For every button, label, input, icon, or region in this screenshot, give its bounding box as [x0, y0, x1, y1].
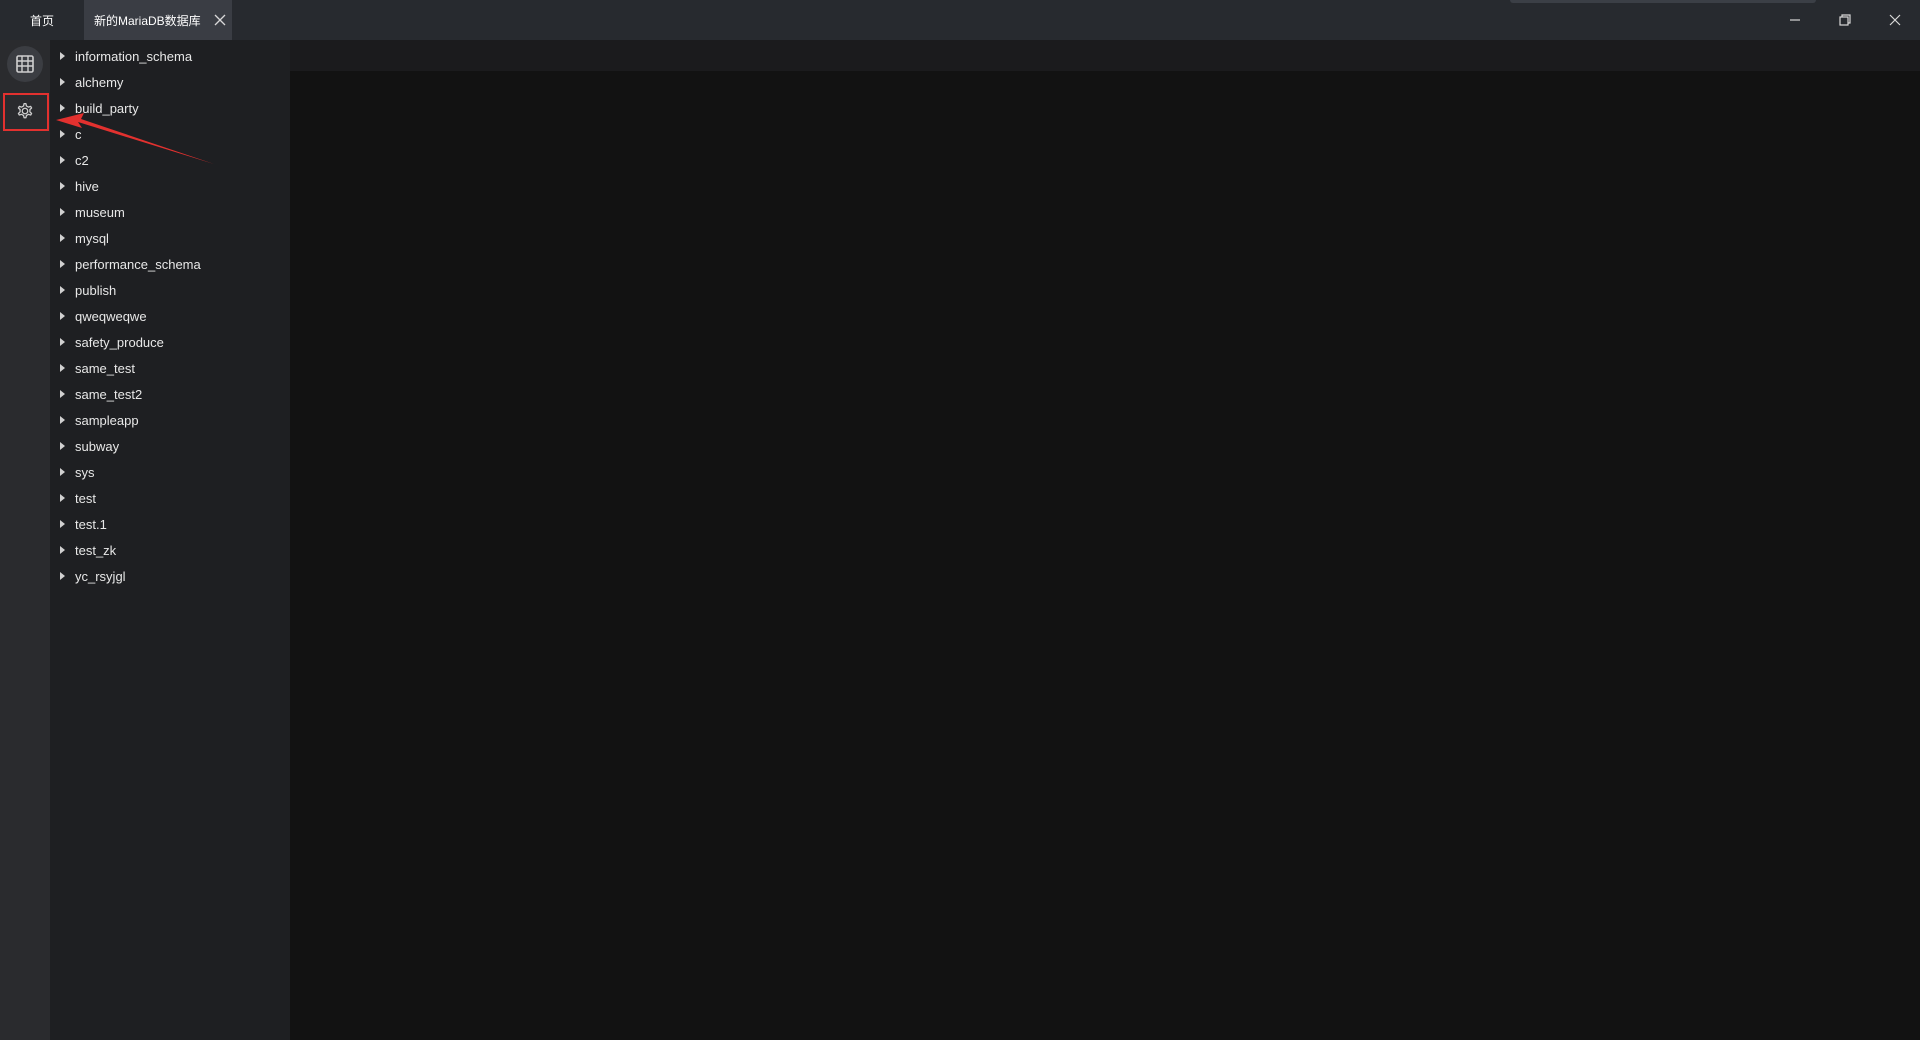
tree-item-label: c2: [75, 152, 89, 168]
settings-icon: [17, 103, 33, 119]
close-window-button[interactable]: [1870, 0, 1920, 40]
tree-item[interactable]: same_test: [50, 355, 290, 381]
tree-item-label: test: [75, 490, 96, 506]
tab-mariadb-label: 新的MariaDB数据库: [94, 13, 201, 28]
tree-item[interactable]: sys: [50, 459, 290, 485]
caret-right-icon[interactable]: [60, 364, 65, 372]
minimize-button[interactable]: [1770, 0, 1820, 40]
title-bar: 首页 新的MariaDB数据库: [0, 0, 1920, 40]
tree-item[interactable]: c: [50, 121, 290, 147]
caret-right-icon[interactable]: [60, 156, 65, 164]
caret-right-icon[interactable]: [60, 130, 65, 138]
caret-right-icon[interactable]: [60, 104, 65, 112]
caret-right-icon[interactable]: [60, 78, 65, 86]
tree-item-label: safety_produce: [75, 334, 164, 350]
tree-item[interactable]: subway: [50, 433, 290, 459]
tree-item[interactable]: safety_produce: [50, 329, 290, 355]
tree-item-label: museum: [75, 204, 125, 220]
close-icon[interactable]: [212, 12, 228, 28]
tree-item[interactable]: same_test2: [50, 381, 290, 407]
tree-item[interactable]: publish: [50, 277, 290, 303]
database-icon: [16, 55, 34, 73]
tree-item-label: build_party: [75, 100, 139, 116]
caret-right-icon[interactable]: [60, 234, 65, 242]
tab-mariadb[interactable]: 新的MariaDB数据库: [84, 0, 232, 40]
tab-home[interactable]: 首页: [0, 0, 84, 40]
tree-item-label: yc_rsyjgl: [75, 568, 126, 584]
tree-item-label: publish: [75, 282, 117, 298]
database-tree: information_schemaalchemy build_partyc c2 h…: [50, 40, 290, 589]
caret-right-icon[interactable]: [60, 442, 65, 450]
minimize-icon: [1790, 19, 1800, 21]
tree-item-label: c: [75, 126, 82, 142]
settings-button[interactable]: [7, 93, 43, 129]
tree-item[interactable]: test.1: [50, 511, 290, 537]
tree-item[interactable]: information_schema: [50, 43, 290, 69]
tree-item-label: test_zk: [75, 542, 117, 558]
main-content-area: [290, 71, 1920, 1040]
tree-item-label: qweqweqwe: [75, 308, 147, 324]
caret-right-icon[interactable]: [60, 52, 65, 60]
tree-item-label: performance_schema: [75, 256, 201, 272]
tree-item-label: same_test: [75, 360, 135, 376]
caret-right-icon[interactable]: [60, 520, 65, 528]
window-controls: [1770, 0, 1920, 40]
tree-item[interactable]: qweqweqwe: [50, 303, 290, 329]
caret-right-icon[interactable]: [60, 546, 65, 554]
tab-home-label: 首页: [29, 13, 54, 28]
caret-right-icon[interactable]: [60, 494, 65, 502]
tree-item-label: hive: [75, 178, 99, 194]
tree-item[interactable]: yc_rsyjgl: [50, 563, 290, 589]
tree-item-label: same_test2: [75, 386, 143, 402]
caret-right-icon[interactable]: [60, 390, 65, 398]
tree-item[interactable]: c2: [50, 147, 290, 173]
activity-bar: [0, 40, 50, 1040]
caret-right-icon[interactable]: [60, 260, 65, 268]
caret-right-icon[interactable]: [60, 182, 65, 190]
caret-right-icon[interactable]: [60, 338, 65, 346]
tree-item[interactable]: test_zk: [50, 537, 290, 563]
tree-item[interactable]: performance_schema: [50, 251, 290, 277]
tree-item[interactable]: museum: [50, 199, 290, 225]
tree-item-label: sys: [75, 464, 95, 480]
tree-item[interactable]: mysql: [50, 225, 290, 251]
caret-right-icon[interactable]: [60, 572, 65, 580]
tree-item-label: subway: [75, 438, 120, 454]
caret-right-icon[interactable]: [60, 286, 65, 294]
tree-item-label: sampleapp: [75, 412, 139, 428]
tree-item-label: information_schema: [75, 48, 193, 64]
tree-item[interactable]: sampleapp: [50, 407, 290, 433]
database-tree-panel: information_schemaalchemy build_partyc c2 h…: [50, 40, 290, 1040]
tree-item[interactable]: alchemy: [50, 69, 290, 95]
caret-right-icon[interactable]: [60, 468, 65, 476]
tree-item[interactable]: build_party: [50, 95, 290, 121]
database-button[interactable]: [7, 46, 43, 82]
restore-icon: [1839, 14, 1851, 26]
editor-header-strip: [290, 40, 1920, 71]
caret-right-icon[interactable]: [60, 312, 65, 320]
tree-item[interactable]: hive: [50, 173, 290, 199]
tree-item-label: mysql: [75, 230, 109, 246]
caret-right-icon[interactable]: [60, 208, 65, 216]
tree-item[interactable]: test: [50, 485, 290, 511]
restore-button[interactable]: [1820, 0, 1870, 40]
tree-item-label: alchemy: [75, 74, 124, 90]
close-window-icon: [1889, 14, 1901, 26]
tree-item-label: test.1: [75, 516, 107, 532]
caret-right-icon[interactable]: [60, 416, 65, 424]
